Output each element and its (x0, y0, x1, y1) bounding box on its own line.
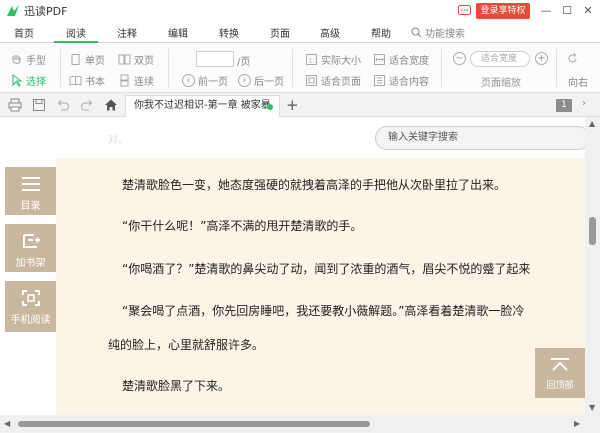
maximize-button[interactable]: ☐ (558, 2, 576, 20)
rotate-icon (568, 53, 577, 63)
paragraph: “你干什么呢！”高泽不满的甩开楚清歌的手。 (122, 219, 363, 233)
menu-page[interactable]: 页面 (270, 25, 290, 40)
zoom-out-button[interactable]: − (453, 52, 466, 65)
menu-home[interactable]: 首页 (14, 25, 34, 40)
paragraph: 纯的脸上，心里就舒服许多。 (108, 338, 265, 352)
horizontal-scrollbar[interactable]: ◀ ▶ (0, 415, 600, 433)
close-button[interactable]: ✕ (579, 2, 597, 20)
continuous-icon (120, 74, 129, 87)
document-tab-bar: 你我不过迟相识-第一章 被家暴 + 1 › (0, 93, 600, 117)
search-icon (411, 27, 422, 38)
vertical-scroll-thumb[interactable] (589, 217, 596, 245)
scroll-down-icon[interactable]: ▼ (589, 403, 595, 412)
zoom-select[interactable]: 适合宽度 (470, 51, 530, 67)
scan-icon (21, 290, 40, 306)
page-content: 楚清歌脸色一变，她态度强硬的就拽着高泽的手把他从次卧里拉了出来。 “你干什么呢！… (56, 158, 585, 415)
scroll-right-icon[interactable]: ▶ (574, 419, 580, 428)
title-bar: 迅读PDF 登录享特权 — ☐ ✕ (0, 0, 600, 22)
function-search[interactable]: 功能搜索 (411, 25, 465, 40)
home-icon[interactable] (104, 98, 118, 112)
single-page-button[interactable]: 单页 (69, 52, 105, 67)
double-page-button[interactable]: 双页 (118, 52, 154, 67)
app-logo: 迅读PDF (6, 3, 67, 19)
chevron-right-icon: › (238, 74, 251, 87)
chevron-right-icon[interactable]: › (582, 98, 586, 109)
fit-width-button[interactable]: 适合宽度 (373, 52, 429, 67)
toc-button[interactable]: 目录 (5, 167, 56, 215)
reader-area: 对。 输入关键字搜索 楚清歌脸色一变，她态度强硬的就拽着高泽的手把他从次卧里拉了… (0, 117, 585, 415)
rotate-button[interactable] (566, 52, 582, 65)
fit-content-icon (374, 75, 385, 86)
cursor-icon (12, 74, 23, 87)
scroll-up-icon[interactable]: ▲ (589, 119, 595, 128)
print-icon[interactable] (8, 98, 22, 112)
arrow-up-icon (551, 358, 569, 371)
fit-page-button[interactable]: 适合页面 (305, 73, 361, 88)
page-total-label: /页 (237, 57, 251, 68)
hand-icon (12, 55, 21, 64)
faded-text: 对。 (108, 135, 128, 146)
add-bookshelf-button[interactable]: 加书架 (5, 224, 56, 272)
horizontal-scroll-thumb[interactable] (18, 421, 370, 427)
next-page-button[interactable]: › 后一页 (238, 73, 284, 88)
book-icon (69, 75, 82, 86)
select-tool-button[interactable]: 选择 (10, 73, 46, 88)
actual-size-button[interactable]: 1:1 实际大小 (305, 52, 361, 67)
menu-advanced[interactable]: 高级 (320, 25, 340, 40)
menu-convert[interactable]: 转换 (219, 25, 239, 40)
rotate-label: 向右 (568, 78, 588, 89)
menu-annotate[interactable]: 注释 (117, 25, 137, 40)
paragraph: “你喝酒了？”楚清歌的鼻尖动了动，闻到了浓重的酒气，眉尖不悦的蹙了起来 (122, 262, 531, 276)
reader-header: 对。 输入关键字搜索 (0, 117, 585, 158)
tab-status-dot (267, 104, 273, 110)
minimize-button[interactable]: — (537, 2, 555, 20)
logo-icon (7, 5, 19, 16)
single-page-icon (71, 54, 80, 65)
menu-read[interactable]: 阅读 (66, 25, 86, 40)
function-search-label: 功能搜索 (425, 29, 465, 40)
mobile-read-button[interactable]: 手机阅读 (5, 281, 56, 332)
page-badge: 1 (556, 99, 572, 112)
add-tab-button[interactable]: + (286, 96, 299, 114)
document-tab-title: 你我不过迟相识-第一章 被家暴 (134, 100, 271, 111)
fit-width-icon (374, 54, 385, 65)
back-to-top-button[interactable]: 回顶部 (535, 348, 585, 398)
app-title: 迅读PDF (24, 5, 68, 18)
add-book-icon (22, 234, 40, 248)
svg-text:1:1: 1:1 (309, 58, 319, 65)
menu-help[interactable]: 帮助 (371, 25, 391, 40)
page-number-input[interactable] (196, 51, 234, 67)
menu-edit[interactable]: 编辑 (168, 25, 188, 40)
double-page-icon (118, 54, 131, 65)
redo-icon[interactable] (80, 98, 94, 112)
list-icon (21, 177, 40, 191)
zoom-group-label: 页面缩放 (481, 78, 521, 89)
scroll-left-icon[interactable]: ◀ (4, 419, 10, 428)
book-mode-button[interactable]: 书本 (69, 73, 105, 88)
save-icon[interactable] (32, 98, 46, 112)
paragraph: 楚清歌脸色一变，她态度强硬的就拽着高泽的手把他从次卧里拉了出来。 (122, 178, 507, 192)
fit-page-icon (306, 75, 317, 86)
continuous-mode-button[interactable]: 连续 (118, 73, 154, 88)
document-tab[interactable]: 你我不过迟相识-第一章 被家暴 (125, 95, 280, 117)
menu-bar: 首页 阅读 注释 编辑 转换 页面 高级 帮助 功能搜索 (0, 22, 600, 43)
login-button[interactable]: 登录享特权 (476, 3, 530, 19)
paragraph: 楚清歌脸黑了下来。 (122, 379, 231, 393)
chevron-left-icon: ‹ (182, 74, 195, 87)
actual-size-icon: 1:1 (306, 54, 319, 65)
undo-icon[interactable] (56, 98, 70, 112)
hand-tool-button[interactable]: 手型 (10, 52, 46, 67)
fit-content-button[interactable]: 适合内容 (373, 73, 429, 88)
zoom-in-button[interactable]: + (535, 52, 548, 65)
message-icon[interactable] (458, 5, 471, 17)
paragraph: “聚会喝了点酒，你先回房睡吧，我还要教小薇解题。”高泽看着楚清歌一脸冷 (122, 304, 525, 318)
keyword-search-input[interactable]: 输入关键字搜索 (375, 126, 585, 150)
prev-page-button[interactable]: ‹ 前一页 (182, 73, 228, 88)
vertical-scrollbar[interactable]: ▲ ▼ (585, 117, 600, 415)
